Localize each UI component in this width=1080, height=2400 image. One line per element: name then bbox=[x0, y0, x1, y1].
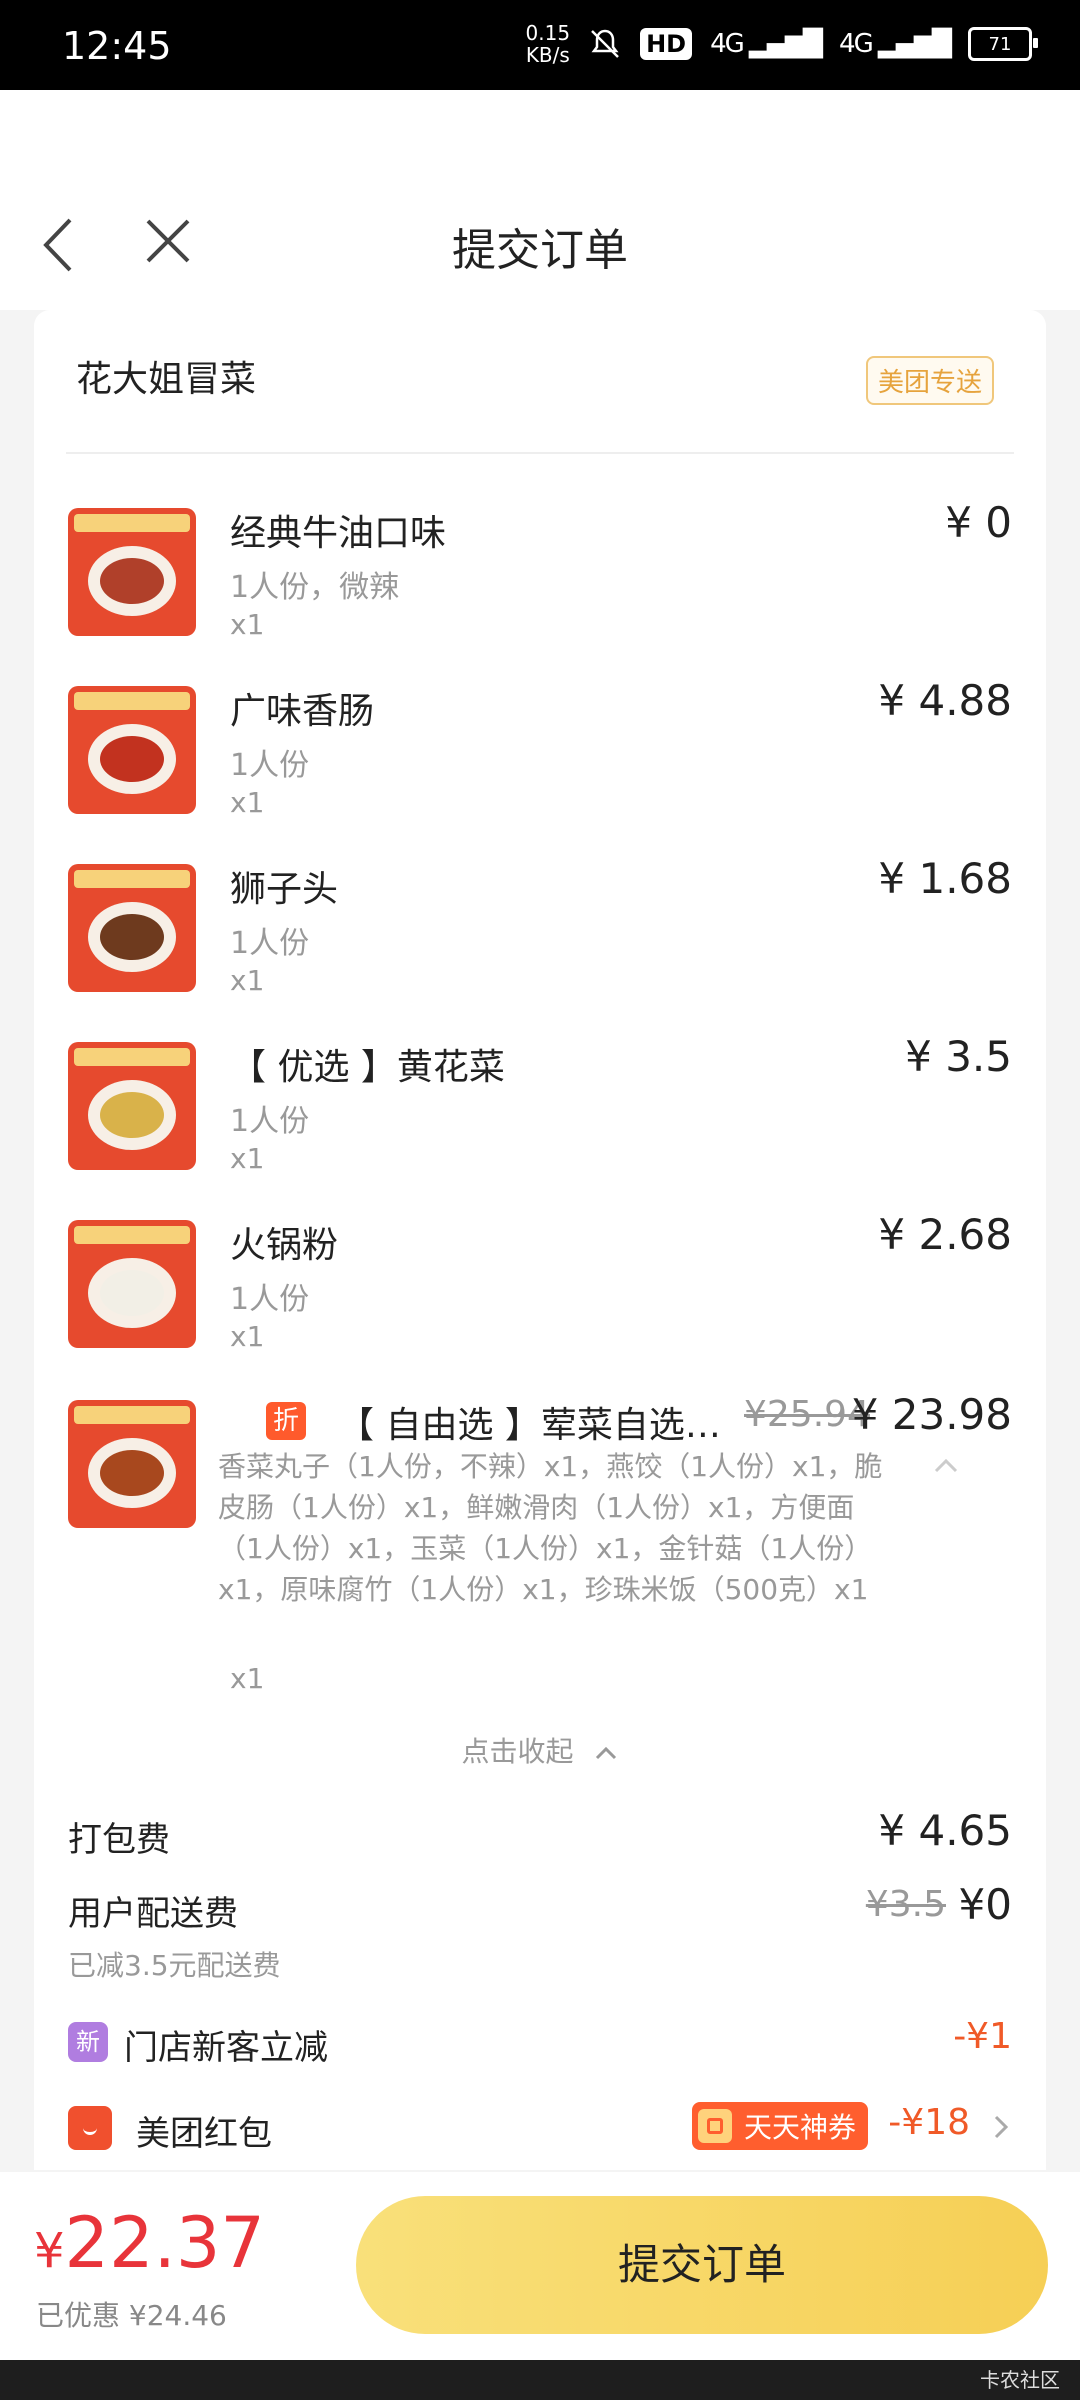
item-thumbnail bbox=[68, 1042, 196, 1170]
submit-order-button[interactable]: 提交订单 bbox=[356, 2196, 1048, 2334]
item-spec: 1人份 bbox=[230, 748, 310, 783]
combo-detail: 香菜丸子（1人份，不辣）x1，燕饺（1人份）x1，脆皮肠（1人份）x1，鲜嫩滑肉… bbox=[218, 1450, 883, 1606]
new-customer-label: 门店新客立减 bbox=[124, 2028, 328, 2068]
packing-fee-label: 打包费 bbox=[68, 1820, 170, 1860]
chevron-up-icon[interactable] bbox=[932, 1456, 960, 1474]
tiantian-coupon-badge: 天天神券 bbox=[692, 2102, 869, 2150]
bottom-bar: ¥22.37 已优惠 ¥24.46 提交订单 bbox=[0, 2172, 1080, 2360]
signal-icon-2: 4G ▂▄▆█ bbox=[839, 29, 952, 59]
total-price: ¥22.37 bbox=[34, 2202, 265, 2284]
item-spec: 1人份 bbox=[230, 926, 310, 961]
hongbao-label: 美团红包 bbox=[136, 2114, 272, 2154]
item-price: ¥ 2.68 bbox=[878, 1210, 1012, 1259]
network-type-1: 4G bbox=[710, 29, 745, 59]
collapse-toggle[interactable]: 点击收起 bbox=[34, 1730, 1046, 1770]
watermark: 卡农社区 bbox=[980, 2368, 1060, 2392]
network-speed-unit: KB/s bbox=[525, 43, 570, 67]
delivery-badge: 美团专送 bbox=[865, 356, 994, 405]
hongbao-value: -¥18 bbox=[888, 2102, 970, 2143]
item-thumbnail bbox=[68, 1220, 196, 1348]
saved-amount: 已优惠 ¥24.46 bbox=[36, 2299, 227, 2332]
battery-icon: 71 bbox=[968, 27, 1038, 61]
item-thumbnail bbox=[68, 686, 196, 814]
item-price: ¥ 23.98 bbox=[851, 1390, 1012, 1439]
new-badge: 新 bbox=[68, 2022, 108, 2062]
network-speed: 0.15 KB/s bbox=[526, 22, 571, 66]
discount-badge: 折 bbox=[266, 1402, 306, 1440]
item-name: 火锅粉 bbox=[230, 1225, 339, 1266]
hd-icon: HD bbox=[640, 28, 693, 60]
red-packet-icon bbox=[68, 2106, 112, 2150]
mute-bell-icon bbox=[591, 29, 619, 58]
status-time: 12:45 bbox=[62, 24, 172, 68]
delivery-fee-original: ¥3.5 bbox=[865, 1884, 946, 1925]
item-price: ¥ 1.68 bbox=[878, 854, 1012, 903]
delivery-fee-label: 用户配送费 bbox=[68, 1894, 238, 1934]
item-price: ¥ 0 bbox=[945, 498, 1012, 547]
divider bbox=[66, 452, 1014, 454]
item-qty: x1 bbox=[230, 1662, 265, 1695]
status-icons: 0.15 KB/s HD 4G ▂▄▆█ 4G ▂▄▆█ 71 bbox=[526, 22, 1038, 66]
signal-icon-1: 4G ▂▄▆█ bbox=[710, 29, 823, 59]
item-name: 狮子头 bbox=[230, 869, 339, 910]
item-qty: x1 bbox=[230, 1320, 265, 1353]
total-amount: 22.37 bbox=[64, 2202, 265, 2284]
status-bar: 12:45 0.15 KB/s HD 4G ▂▄▆█ 4G ▂▄▆█ 71 bbox=[0, 0, 1080, 90]
item-qty: x1 bbox=[230, 786, 265, 819]
item-spec: 1人份，微辣 bbox=[230, 570, 400, 605]
item-qty: x1 bbox=[230, 608, 265, 641]
page-title: 提交订单 bbox=[452, 225, 628, 276]
item-price: ¥ 4.88 bbox=[878, 676, 1012, 725]
item-thumbnail bbox=[68, 508, 196, 636]
item-name: 广味香肠 bbox=[230, 691, 375, 732]
delivery-fee-value: ¥0 bbox=[958, 1880, 1012, 1929]
footer-strip bbox=[0, 2360, 1080, 2400]
chevron-right-icon bbox=[994, 2115, 1009, 2139]
new-customer-value: -¥1 bbox=[953, 2016, 1012, 2057]
item-qty: x1 bbox=[230, 964, 265, 997]
item-qty: x1 bbox=[230, 1142, 265, 1175]
item-name: 经典牛油口味 bbox=[230, 513, 447, 554]
packing-fee-value: ¥ 4.65 bbox=[878, 1806, 1012, 1855]
network-speed-value: 0.15 bbox=[525, 21, 571, 45]
collapse-label: 点击收起 bbox=[461, 1735, 574, 1768]
item-spec: 1人份 bbox=[230, 1104, 310, 1139]
item-spec: 1人份 bbox=[230, 1282, 310, 1317]
item-price: ¥ 3.5 bbox=[905, 1032, 1012, 1081]
total-currency: ¥ bbox=[34, 2223, 65, 2279]
delivery-fee-note: 已减3.5元配送费 bbox=[68, 1949, 281, 1982]
item-thumbnail bbox=[68, 864, 196, 992]
order-card: 花大姐冒菜 美团专送 经典牛油口味 1人份，微辣 x1 ¥ 0 广味香肠 1人份… bbox=[34, 310, 1046, 2170]
chevron-up-icon bbox=[596, 1746, 617, 1760]
network-type-2: 4G bbox=[839, 29, 874, 59]
coupon-icon bbox=[698, 2109, 732, 2143]
item-thumbnail bbox=[68, 1400, 196, 1528]
item-name: 【 自由选 】荤菜自选… bbox=[338, 1405, 721, 1446]
item-name: 【 优选 】黄花菜 bbox=[230, 1047, 505, 1088]
tiantian-label: 天天神券 bbox=[744, 2111, 857, 2144]
shop-name[interactable]: 花大姐冒菜 bbox=[76, 350, 256, 402]
